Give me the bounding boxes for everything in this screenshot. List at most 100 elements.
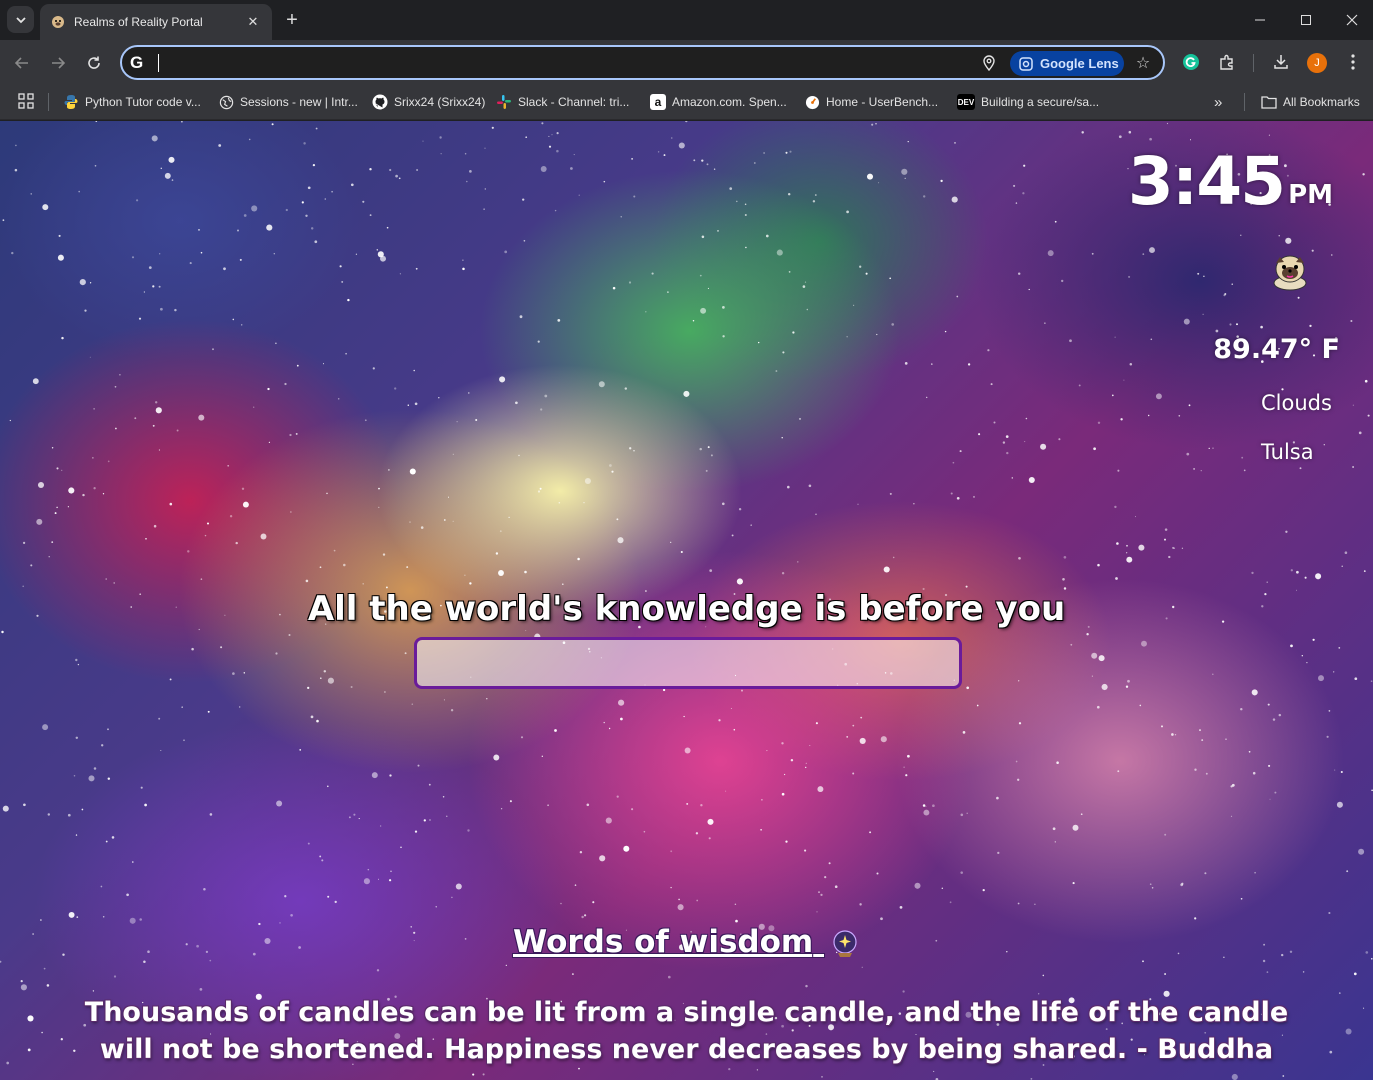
star — [236, 229, 240, 232]
star — [1091, 652, 1098, 659]
star — [525, 136, 528, 139]
profile-avatar[interactable]: J — [1307, 53, 1327, 73]
search-input[interactable] — [414, 637, 962, 689]
star — [816, 911, 818, 913]
address-input[interactable] — [162, 51, 762, 75]
star — [817, 786, 824, 793]
star — [143, 291, 146, 293]
star — [1205, 772, 1208, 775]
star — [960, 871, 963, 874]
star — [809, 745, 811, 746]
star — [815, 513, 817, 516]
back-button[interactable] — [9, 50, 35, 76]
star — [1240, 897, 1243, 900]
tab-search-button[interactable] — [7, 6, 34, 33]
star — [341, 280, 344, 283]
extensions-puzzle-icon[interactable] — [1216, 51, 1238, 73]
star — [865, 272, 868, 275]
star — [203, 887, 206, 891]
reload-button[interactable] — [81, 50, 107, 76]
bookmark-python-tutor[interactable]: Python Tutor code v... — [63, 91, 201, 113]
star — [1150, 338, 1153, 341]
star — [315, 127, 318, 130]
star — [1078, 384, 1081, 387]
star — [1299, 467, 1302, 470]
all-bookmarks-button[interactable]: All Bookmarks — [1261, 91, 1360, 113]
star — [290, 913, 293, 917]
star — [158, 449, 160, 451]
clock-time: 3:45 — [1127, 143, 1286, 220]
star — [1114, 505, 1117, 509]
star — [1241, 456, 1244, 459]
star — [1155, 393, 1162, 400]
star — [1285, 237, 1292, 244]
bookmarks-divider — [48, 93, 49, 111]
bookmark-slack[interactable]: Slack - Channel: tri... — [496, 91, 629, 113]
more-menu-icon[interactable] — [1342, 51, 1364, 73]
new-tab-button[interactable]: + — [281, 9, 303, 31]
more-bookmarks-button[interactable]: » — [1214, 91, 1222, 113]
star — [369, 167, 372, 171]
bookmark-amazon[interactable]: a Amazon.com. Spen... — [650, 91, 787, 113]
star — [1126, 544, 1128, 547]
star — [136, 199, 139, 202]
star — [1344, 551, 1348, 554]
apps-grid-icon[interactable] — [17, 92, 35, 110]
tab-active[interactable]: Realms of Reality Portal ✕ — [40, 4, 272, 40]
star — [706, 163, 709, 166]
grammarly-extension-icon[interactable] — [1180, 51, 1202, 73]
bookmark-star-icon[interactable]: ☆ — [1133, 53, 1153, 73]
star — [1272, 718, 1276, 721]
star — [1174, 734, 1177, 736]
maximize-button[interactable] — [1291, 8, 1321, 32]
location-pin-icon[interactable] — [980, 54, 998, 72]
address-bar[interactable]: G Google Lens ☆ — [120, 45, 1165, 80]
tab-close-icon[interactable]: ✕ — [244, 13, 262, 31]
star — [781, 742, 784, 745]
words-of-wisdom-link[interactable]: Words of wisdom — [513, 924, 860, 960]
star — [520, 736, 524, 739]
star — [876, 872, 879, 875]
minimize-button[interactable] — [1245, 8, 1275, 32]
star — [798, 417, 802, 420]
star — [734, 903, 737, 906]
close-window-button[interactable] — [1337, 8, 1367, 32]
star — [560, 902, 562, 905]
star — [2, 219, 5, 222]
star — [662, 688, 666, 692]
star — [828, 862, 831, 865]
star — [500, 808, 503, 810]
star — [1052, 827, 1056, 831]
star — [1200, 470, 1202, 472]
star — [554, 729, 557, 732]
star — [931, 363, 933, 365]
star — [1181, 882, 1184, 885]
star — [1017, 272, 1021, 275]
star — [1230, 815, 1233, 817]
star — [781, 571, 785, 575]
star — [376, 249, 379, 251]
star — [907, 141, 909, 143]
minimize-icon — [1255, 19, 1265, 21]
star — [960, 813, 964, 817]
bookmark-sessions[interactable]: Sessions - new | Intr... — [218, 91, 358, 113]
star — [603, 721, 605, 724]
downloads-icon[interactable] — [1270, 51, 1292, 73]
search-headline: All the world's knowledge is before you — [307, 589, 1066, 629]
google-lens-button[interactable]: Google Lens — [1010, 51, 1124, 76]
star — [371, 772, 378, 779]
forward-button[interactable] — [45, 50, 71, 76]
bookmark-userbenchmark[interactable]: Home - UserBench... — [804, 91, 938, 113]
star — [1142, 253, 1145, 255]
star — [1040, 443, 1047, 450]
star — [1212, 447, 1214, 449]
star — [736, 578, 743, 585]
star — [904, 362, 908, 365]
star — [158, 717, 161, 720]
star — [1254, 871, 1256, 874]
star — [218, 144, 222, 147]
star — [680, 550, 683, 554]
star — [1318, 675, 1324, 682]
bookmark-github[interactable]: Srixx24 (Srixx24) — [372, 91, 485, 113]
bookmark-dev[interactable]: DEV Building a secure/sa... — [957, 91, 1099, 113]
